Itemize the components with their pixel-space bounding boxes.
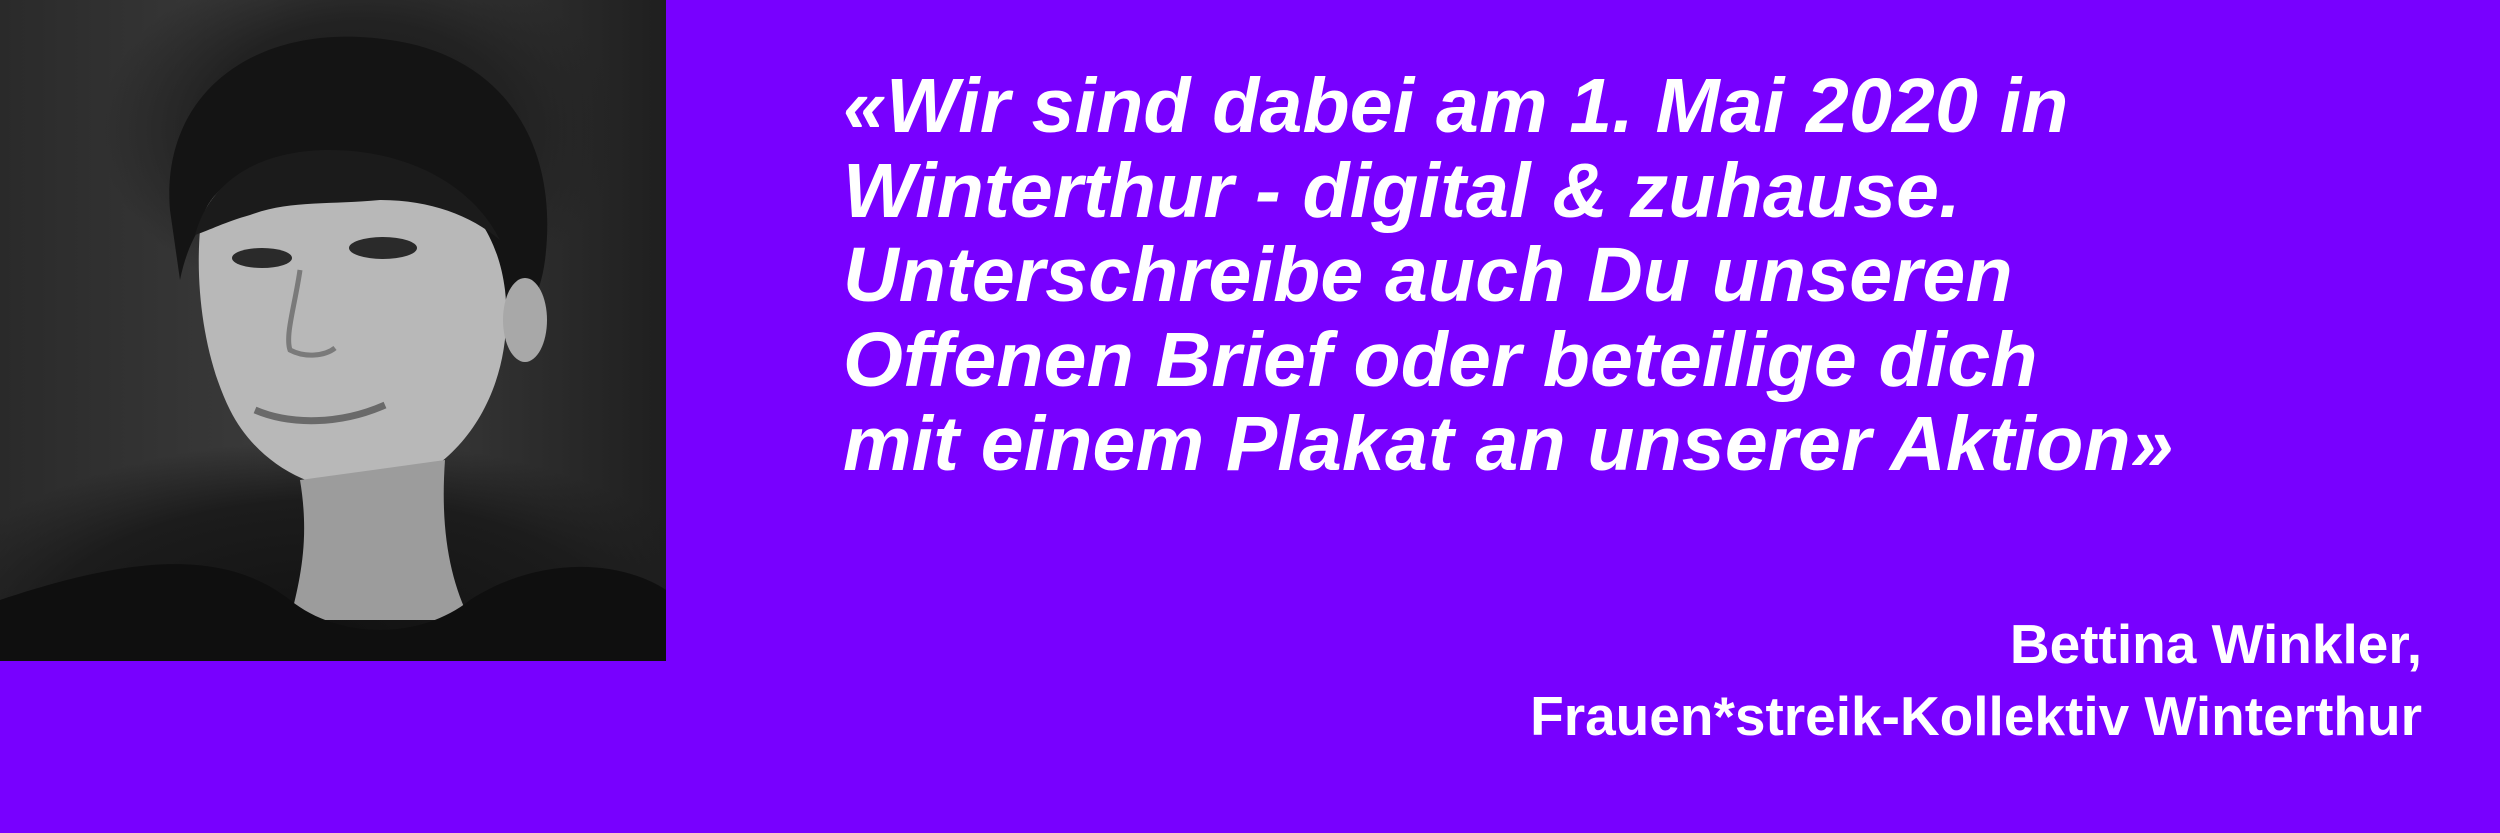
quote-line: «Wir sind dabei am 1. Mai 2020 in — [843, 63, 2069, 149]
quote-line: mit einem Plakat an unserer Aktion» — [843, 401, 2174, 487]
portrait-photo-icon — [0, 36, 666, 661]
quote-line: Unterschreibe auch Du unseren — [843, 232, 2013, 318]
author-name: Bettina Winkler, — [2009, 613, 2422, 675]
author-organization: Frauen*streik-Kollektiv Winterthur — [1530, 685, 2422, 747]
quote-line: Offenen Brief oder beteilige dich — [843, 316, 2038, 403]
quote-text: «Wir sind dabei am 1. Mai 2020 in Winter… — [843, 64, 2463, 487]
attribution: Bettina Winkler, Frauen*streik-Kollektiv… — [1530, 608, 2422, 752]
quote-line: Winterthur - digital & zuhause. — [843, 147, 1961, 234]
portrait-photo — [0, 0, 666, 661]
